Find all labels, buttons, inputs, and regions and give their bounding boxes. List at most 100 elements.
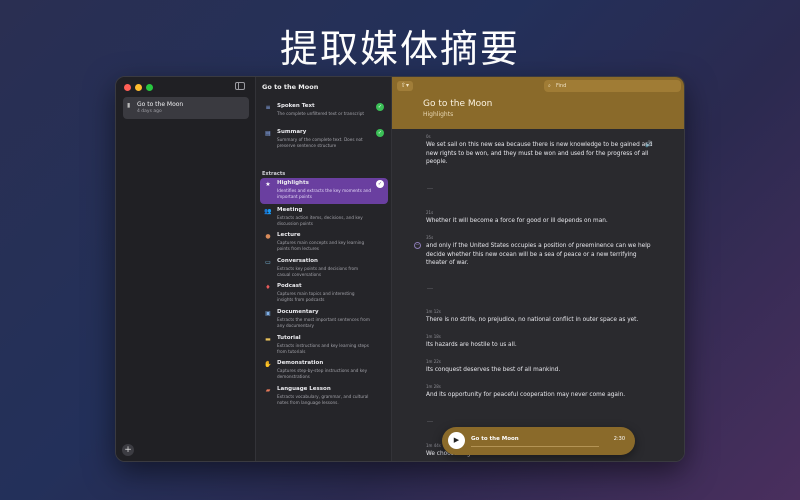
- option-language-lesson[interactable]: ▰ Language Lesson Extracts vocabulary, g…: [260, 384, 388, 408]
- person-icon: ●: [265, 233, 271, 240]
- option-description: Identifies and extracts the key moments …: [277, 188, 372, 199]
- app-window: ▮ Go to the Moon 4 days ago + Go to the …: [115, 76, 685, 462]
- window-controls: [124, 84, 153, 91]
- ellipsis: …: [427, 284, 433, 291]
- option-tutorial[interactable]: ▬ Tutorial Extracts instructions and key…: [260, 333, 388, 357]
- mic-icon: ♦: [265, 284, 271, 291]
- option-description: Extracts action items, decisions, and ke…: [277, 215, 363, 226]
- extract-options-panel: Go to the Moon ≡ Spoken Text The complet…: [256, 77, 392, 461]
- transcript-panel: ⇧▾ ⌕ Find Go to the Moon Highlights 0s W…: [392, 77, 684, 461]
- find-input[interactable]: ⌕ Find: [544, 80, 681, 92]
- option-lecture[interactable]: ● Lecture Captures main concepts and key…: [260, 230, 388, 254]
- option-description: Captures main concepts and key learning …: [277, 240, 365, 251]
- segment-text: and only if the United States occupies a…: [426, 243, 651, 266]
- transcript-segment[interactable]: 1m 18s Its hazards are hostile to us all…: [426, 334, 656, 350]
- transcript-segment[interactable]: 1m 12s There is no strife, no prejudice,…: [426, 309, 656, 325]
- segment-timestamp: 0s: [426, 134, 431, 139]
- chat-icon: ▭: [265, 259, 271, 266]
- checkmark-icon: ✓: [376, 103, 384, 111]
- ellipsis: …: [427, 184, 433, 191]
- document-title: Go to the Moon: [137, 101, 184, 108]
- document-date: 4 days ago: [137, 109, 162, 114]
- transcript-segment[interactable]: 1m 28s And its opportunity for peaceful …: [426, 384, 656, 400]
- player-time: 2:30: [613, 436, 625, 442]
- remove-circle-icon[interactable]: −: [414, 242, 421, 249]
- film-icon: ▣: [265, 310, 271, 317]
- minimize-window-button[interactable]: [135, 84, 142, 91]
- option-label: Tutorial: [277, 335, 301, 341]
- segment-timestamp: 21s: [426, 210, 434, 215]
- option-label: Spoken Text: [277, 103, 315, 109]
- add-button[interactable]: +: [122, 444, 134, 456]
- segment-timestamp: 35s: [426, 235, 434, 240]
- option-meeting[interactable]: 👥 Meeting Extracts action items, decisio…: [260, 205, 388, 229]
- text-icon: ≡: [265, 104, 271, 111]
- option-label: Podcast: [277, 283, 302, 289]
- transcript-segment[interactable]: 0s We set sail on this new sea because t…: [426, 134, 656, 167]
- transcript-header: ⇧▾ ⌕ Find Go to the Moon Highlights: [392, 77, 684, 129]
- find-placeholder: Find: [556, 83, 567, 89]
- language-icon: ▰: [265, 387, 271, 394]
- transcript-segment[interactable]: 35s and only if the United States occupi…: [426, 235, 656, 268]
- option-conversation[interactable]: ▭ Conversation Extracts key points and d…: [260, 256, 388, 280]
- segment-timestamp: 1m 18s: [426, 334, 441, 339]
- option-label: Language Lesson: [277, 386, 331, 392]
- search-icon: ⌕: [548, 83, 551, 89]
- option-podcast[interactable]: ♦ Podcast Captures main topics and inter…: [260, 281, 388, 305]
- segment-timestamp: 1m 28s: [426, 384, 441, 389]
- sidebar-item-document[interactable]: ▮ Go to the Moon 4 days ago: [123, 97, 249, 119]
- book-icon: ▬: [265, 336, 271, 343]
- segment-text: Its conquest deserves the best of all ma…: [426, 367, 561, 373]
- segment-timestamp: 1m 22s: [426, 359, 441, 364]
- hand-icon: ✋: [264, 361, 272, 368]
- segment-text: We set sail on this new sea because ther…: [426, 142, 653, 165]
- star-icon: ★: [265, 181, 271, 188]
- transcript-title: Go to the Moon: [423, 99, 493, 109]
- progress-track[interactable]: [471, 446, 599, 447]
- option-label: Summary: [277, 129, 307, 135]
- option-spoken-text[interactable]: ≡ Spoken Text The complete unfiltered te…: [260, 101, 388, 123]
- checkmark-icon: ✓: [376, 180, 384, 188]
- option-description: Extracts key points and decisions from c…: [277, 266, 359, 277]
- transcript-segment[interactable]: 21s Whether it will become a force for g…: [426, 210, 656, 226]
- segment-text: There is no strife, no prejudice, no nat…: [426, 317, 639, 323]
- option-description: Captures step-by-step instructions and k…: [277, 368, 368, 379]
- option-description: Extracts vocabulary, grammar, and cultur…: [277, 394, 369, 405]
- option-description: Captures main topics and interesting ins…: [277, 291, 355, 302]
- option-summary[interactable]: ▤ Summary Summary of the complete text. …: [260, 127, 388, 149]
- segment-timestamp: 1m 12s: [426, 309, 441, 314]
- waveform-icon: ▮: [127, 102, 131, 109]
- panel-title: Go to the Moon: [262, 83, 319, 91]
- option-documentary[interactable]: ▣ Documentary Extracts the most importan…: [260, 307, 388, 331]
- speaker-icon[interactable]: 🔊: [645, 141, 652, 148]
- headline: 提取媒体摘要: [279, 27, 520, 71]
- sidebar: ▮ Go to the Moon 4 days ago +: [116, 77, 256, 461]
- play-button[interactable]: ▶: [448, 432, 465, 449]
- zoom-window-button[interactable]: [146, 84, 153, 91]
- option-description: Extracts instructions and key learning s…: [277, 343, 369, 354]
- extracts-heading: Extracts: [262, 171, 286, 177]
- option-label: Highlights: [277, 180, 309, 186]
- transcript-segment[interactable]: 1m 22s Its conquest deserves the best of…: [426, 359, 656, 375]
- option-description: Extracts the most important sentences fr…: [277, 317, 370, 328]
- segment-text: Its hazards are hostile to us all.: [426, 342, 517, 348]
- option-label: Meeting: [277, 207, 303, 213]
- transcript-subtitle: Highlights: [423, 111, 454, 118]
- checkmark-icon: ✓: [376, 129, 384, 137]
- share-button[interactable]: ⇧▾: [397, 81, 413, 91]
- summary-icon: ▤: [265, 130, 271, 137]
- segment-text: And its opportunity for peaceful coopera…: [426, 392, 626, 398]
- people-icon: 👥: [264, 208, 272, 215]
- option-label: Demonstration: [277, 360, 324, 366]
- option-highlights[interactable]: ★ Highlights Identifies and extracts the…: [260, 178, 388, 204]
- close-window-button[interactable]: [124, 84, 131, 91]
- option-description: The complete unfiltered text or transcri…: [277, 111, 364, 116]
- ellipsis: …: [427, 417, 433, 424]
- option-label: Conversation: [277, 258, 318, 264]
- segment-text: Whether it will become a force for good …: [426, 218, 608, 224]
- option-label: Lecture: [277, 232, 301, 238]
- sidebar-toggle-icon[interactable]: [235, 82, 245, 90]
- option-description: Summary of the complete text. Does not p…: [277, 137, 363, 148]
- option-demonstration[interactable]: ✋ Demonstration Captures step-by-step in…: [260, 358, 388, 382]
- option-label: Documentary: [277, 309, 319, 315]
